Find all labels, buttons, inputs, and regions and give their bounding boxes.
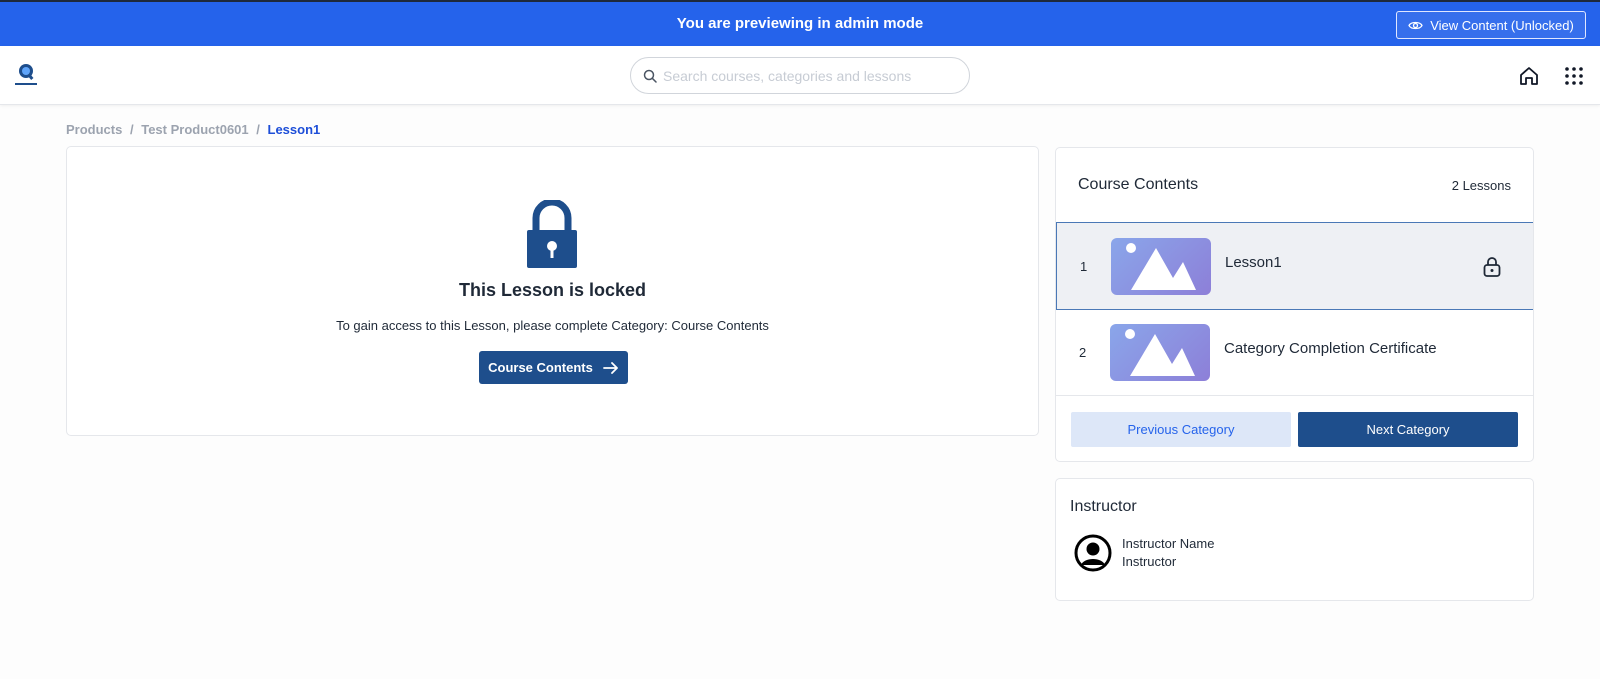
locked-title: This Lesson is locked — [458, 280, 647, 300]
search-icon — [643, 69, 657, 83]
admin-mode-message: You are previewing in admin mode — [676, 15, 924, 32]
apps-grid-icon[interactable] — [1564, 66, 1584, 86]
breadcrumb-separator: / — [256, 122, 260, 137]
lesson-number: 1 — [1080, 259, 1088, 274]
eye-icon — [1408, 21, 1423, 29]
search-input[interactable] — [663, 67, 943, 84]
lesson-number: 2 — [1079, 345, 1087, 360]
breadcrumb: Products / Test Product0601 / Lesson1 — [66, 122, 320, 137]
course-contents-title: Course Contents — [1078, 176, 1199, 193]
breadcrumb-item-products[interactable]: Products — [66, 122, 122, 137]
top-header — [0, 46, 1600, 105]
admin-preview-bar: You are previewing in admin mode View Co… — [0, 0, 1600, 46]
course-contents-button-label: Course Contents — [488, 360, 593, 375]
locked-description: To gain access to this Lesson, please co… — [336, 318, 769, 333]
instructor-heading: Instructor — [1070, 498, 1137, 515]
instructor-card: Instructor Instructor Name Instructor — [1055, 478, 1534, 601]
lesson-count: 2 Lessons — [1451, 178, 1511, 193]
image-placeholder-icon — [1126, 243, 1196, 290]
view-content-unlocked-button[interactable]: View Content (Unlocked) — [1396, 11, 1586, 39]
image-placeholder-icon — [1125, 329, 1195, 376]
next-category-button[interactable]: Next Category — [1298, 412, 1518, 447]
padlock-icon — [527, 200, 577, 268]
company-logo[interactable] — [14, 62, 38, 88]
previous-category-button[interactable]: Previous Category — [1071, 412, 1291, 447]
lock-icon — [1483, 257, 1501, 277]
avatar-icon — [1074, 534, 1112, 572]
divider — [1056, 395, 1533, 396]
lesson-title: Lesson1 — [1225, 254, 1282, 271]
instructor-name: Instructor Name — [1122, 536, 1215, 551]
breadcrumb-item-product[interactable]: Test Product0601 — [141, 122, 248, 137]
home-icon[interactable] — [1518, 65, 1540, 87]
breadcrumb-separator: / — [129, 122, 134, 137]
search-bar[interactable] — [630, 57, 970, 94]
instructor-role: Instructor — [1122, 554, 1177, 569]
course-contents-card: Course Contents 2 Lessons 1 Lesson1 2 Ca… — [1055, 147, 1534, 462]
lesson-thumbnail — [1110, 324, 1210, 381]
lesson-row-1[interactable]: 1 Lesson1 — [1056, 222, 1533, 310]
view-content-label: View Content (Unlocked) — [1430, 17, 1574, 33]
lesson-title: Category Completion Certificate — [1224, 340, 1437, 357]
lesson-row-2[interactable]: 2 Category Completion Certificate — [1056, 309, 1533, 397]
lesson-thumbnail — [1111, 238, 1211, 295]
breadcrumb-current: Lesson1 — [267, 122, 321, 137]
arrow-right-icon — [602, 361, 618, 374]
course-contents-button[interactable]: Course Contents — [479, 351, 628, 384]
